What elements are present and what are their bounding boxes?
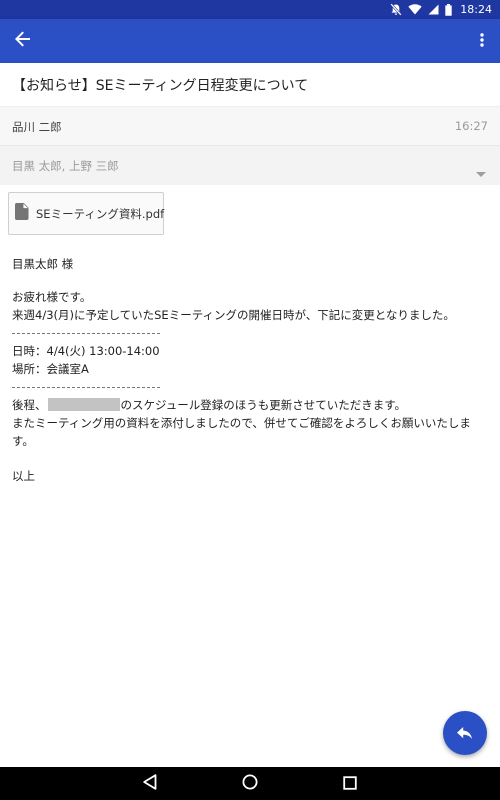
body-line: 後程、 のスケジュール登録のほうも更新させていただきます。	[12, 398, 407, 412]
message-subject: 【お知らせ】SEミーティング日程変更について	[12, 78, 309, 94]
recipients-list: 目黒 太郎, 上野 三郎	[12, 159, 119, 173]
back-button[interactable]	[6, 24, 40, 58]
message-time: 16:27	[454, 119, 488, 133]
notifications-off-icon	[390, 3, 402, 16]
status-bar: 18:24	[0, 0, 500, 19]
wifi-icon	[408, 4, 422, 15]
nav-back-icon	[143, 774, 157, 794]
battery-icon	[445, 3, 452, 16]
body-line: お疲れ様です。	[12, 290, 92, 304]
message-body: 目黒太郎 様 お疲れ様です。 来週4/3(月)に予定していたSEミーティングの開…	[12, 255, 490, 485]
navigation-bar	[0, 767, 500, 800]
body-divider	[12, 387, 160, 388]
body-closing: 以上	[12, 469, 35, 483]
reply-button[interactable]	[443, 711, 487, 755]
subject-row: 【お知らせ】SEミーティング日程変更について	[0, 63, 500, 106]
sender-name: 品川 二郎	[12, 120, 62, 134]
recipients-row[interactable]: 目黒 太郎, 上野 三郎	[0, 145, 500, 185]
nav-home-icon	[242, 774, 258, 794]
sender-row: 品川 二郎 16:27	[0, 106, 500, 145]
nav-back-button[interactable]	[139, 773, 161, 795]
arrow-back-icon	[15, 31, 31, 51]
expand-more-icon[interactable]	[476, 162, 486, 181]
more-vert-icon	[480, 32, 484, 51]
file-icon	[15, 203, 29, 224]
cellular-signal-icon	[428, 4, 439, 15]
meeting-datetime: 日時：4/4(火) 13:00-14:00	[12, 344, 160, 358]
body-line: またミーティング用の資料を添付しましたので、併せてご確認をよろしくお願いいたしま…	[12, 416, 471, 448]
nav-recents-icon	[343, 775, 357, 794]
meeting-location: 場所：会議室A	[12, 362, 89, 376]
app-bar	[0, 19, 500, 63]
body-greeting: 目黒太郎 様	[12, 257, 74, 271]
body-line: 来週4/3(月)に予定していたSEミーティングの開催日時が、下記に変更となりまし…	[12, 308, 455, 322]
attachment-name: SEミーティング資料.pdf	[36, 206, 165, 221]
more-options-button[interactable]	[470, 24, 494, 58]
reply-icon	[457, 724, 473, 743]
status-icons: 18:24	[390, 2, 492, 17]
body-divider	[12, 333, 160, 334]
redacted-text	[47, 398, 120, 411]
attachment-chip[interactable]: SEミーティング資料.pdf	[8, 192, 164, 235]
nav-home-button[interactable]	[239, 773, 261, 795]
nav-recents-button[interactable]	[339, 773, 361, 795]
status-time: 18:24	[460, 3, 492, 16]
